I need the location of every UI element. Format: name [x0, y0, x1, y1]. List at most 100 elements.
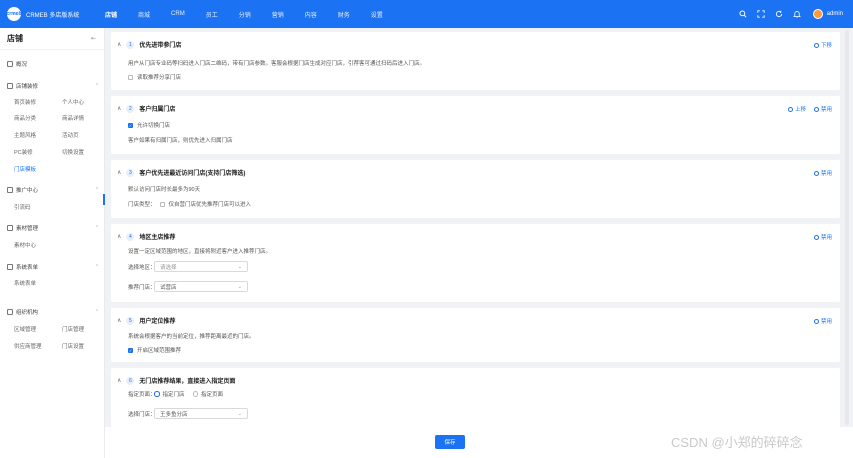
card-description: 设置一定区域范围的地区，直接将附近客户进入推荐门店。 — [128, 249, 272, 255]
topnav-mall[interactable]: 商城 — [138, 10, 150, 19]
overview-icon — [7, 61, 13, 67]
username[interactable]: admin — [827, 11, 843, 17]
sidebar-item-activity-page[interactable]: 活动页 — [62, 131, 79, 139]
sidebar-title: 店铺 — [7, 34, 23, 43]
recommend-store-select[interactable]: 试营店 ⌄ — [154, 281, 248, 292]
region-select[interactable]: 请选择 ⌄ — [154, 261, 248, 272]
card-title: 优先进带参门店 — [139, 43, 182, 49]
move-down-button[interactable]: 下移 — [813, 41, 832, 49]
card-header[interactable]: ∧ 3 客户优先进最近访问门店(支持门店筛选) — [117, 168, 245, 177]
brand-name: CRMEB 多店版系统 — [26, 12, 80, 19]
sidebar-item-home-decoration[interactable]: 首页装修 — [14, 98, 36, 106]
rule-card-4: ∧ 4 地区主店推荐 禁用 设置一定区域范围的地区，直接将附近客户进入推荐门店。… — [111, 224, 840, 302]
select-store-dropdown[interactable]: 王多鱼分店 ⌄ — [154, 408, 248, 419]
radio-specified-store[interactable]: 指定门店 — [154, 390, 185, 398]
sidebar-group-material[interactable]: 素材管理 ⌃ — [7, 224, 99, 232]
sidebar-item-traffic-code[interactable]: 引流码 — [14, 203, 31, 211]
chevron-up-icon: ⌃ — [94, 83, 99, 89]
sidebar-item-system-form[interactable]: 系统表单 — [14, 279, 36, 287]
sidebar-item-material-center[interactable]: 素材中心 — [14, 241, 36, 249]
radio-label: 指定页面 — [201, 392, 224, 398]
topnav-crm[interactable]: CRM — [171, 11, 185, 17]
sidebar-item-overview[interactable]: 概况 — [7, 60, 99, 68]
checkbox-label: 允许切换门店 — [137, 123, 171, 129]
sidebar-item-product-detail[interactable]: 商品详情 — [62, 114, 84, 122]
disable-label: 禁用 — [820, 107, 832, 113]
card-header[interactable]: ∧ 5 用户定位推荐 — [117, 316, 175, 325]
brand[interactable]: crmeb CRMEB 多店版系统 — [0, 7, 105, 21]
sidebar-item-user-center[interactable]: 个人中心 — [62, 98, 84, 106]
disable-button[interactable]: 禁用 — [813, 233, 832, 241]
share-store-checkbox[interactable]: 读取推荐分享门店 — [128, 73, 181, 81]
card-description: 用户从门店专业码等扫码进入门店二维码，带有门店参数。客服会根据门店生成对应门店，… — [128, 61, 426, 67]
topnav-settings[interactable]: 设置 — [371, 10, 383, 19]
sidebar-item-theme[interactable]: 主题风格 — [14, 131, 36, 139]
sidebar-item-product-category[interactable]: 商品分类 — [14, 114, 36, 122]
sidebar-item-label: 概况 — [16, 62, 28, 68]
rule-card-6: ∧ 6 无门店推荐结果，直接进入指定页面 指定页面： 指定门店 指定页面 选择门… — [111, 368, 840, 428]
sidebar-group-decoration[interactable]: 店铺装修 ⌃ — [7, 82, 99, 90]
sidebar-item-switch-settings[interactable]: 切换设置 — [62, 148, 84, 156]
rule-card-1: ∧ 1 优先进带参门店 下移 用户从门店专业码等扫码进入门店二维码，带有门店参数… — [111, 32, 840, 90]
radio-specified-page[interactable]: 指定页面 — [192, 390, 224, 398]
store-type-row: 门店类型： 仅自营门店优先推荐门店可以进入 — [128, 200, 251, 208]
disable-button[interactable]: 禁用 — [813, 105, 832, 113]
card-header[interactable]: ∧ 4 地区主店推荐 — [117, 232, 175, 241]
sidebar-item-store-manage[interactable]: 门店管理 — [62, 325, 84, 333]
topnav-staff[interactable]: 员工 — [206, 10, 218, 19]
form-label: 推荐门店： — [128, 284, 156, 291]
save-button[interactable]: 保存 — [435, 435, 465, 449]
clock-icon — [813, 106, 819, 112]
step-number: 3 — [126, 168, 135, 177]
bell-icon[interactable] — [793, 10, 802, 19]
card-header[interactable]: ∧ 1 优先进带参门店 — [117, 40, 181, 49]
sidebar: 店铺 ⇤ 概况 店铺装修 ⌃ 首页装修 个人中心 商品分类 商品详情 主题风格 … — [0, 28, 105, 458]
topnav-content[interactable]: 内容 — [305, 10, 317, 19]
topnav-distribution[interactable]: 分销 — [239, 10, 251, 19]
checkbox-label: 开启区域范围推荐 — [137, 348, 182, 354]
topnav-finance[interactable]: 财务 — [338, 10, 350, 19]
radio-dot-selected — [154, 391, 160, 397]
card-description: 默认访问门店时长最多为90天 — [128, 187, 201, 193]
fullscreen-icon[interactable] — [757, 10, 766, 19]
sidebar-group-organization[interactable]: 组织机构 ⌃ — [7, 308, 99, 316]
sidebar-group-system-form[interactable]: 系统表单 ⌃ — [7, 263, 99, 271]
sidebar-item-pc-decoration[interactable]: PC装修 — [14, 148, 33, 156]
select-value: 王多鱼分店 — [160, 411, 188, 418]
step-number: 4 — [126, 232, 135, 241]
rule-card-3: ∧ 3 客户优先进最近访问门店(支持门店筛选) 禁用 默认访问门店时长最多为90… — [111, 160, 840, 218]
search-icon[interactable] — [739, 10, 748, 19]
disable-button[interactable]: 禁用 — [813, 317, 832, 325]
form-label: 指定页面： — [128, 392, 156, 398]
self-store-checkbox[interactable] — [159, 201, 165, 207]
refresh-icon[interactable] — [775, 10, 784, 19]
avatar[interactable] — [812, 9, 823, 19]
sidebar-item-supplier-manage[interactable]: 供应商管理 — [14, 342, 42, 350]
disable-label: 禁用 — [820, 171, 832, 177]
chevron-up-icon: ∧ — [117, 234, 122, 240]
allow-switch-store-checkbox[interactable]: ✓ 允许切换门店 — [128, 121, 170, 129]
sidebar-item-store-settings[interactable]: 门店设置 — [62, 342, 84, 350]
sidebar-item-store-template[interactable]: 门店模板 — [14, 165, 36, 173]
form-label: 选择门店： — [128, 411, 156, 418]
chevron-up-icon: ∧ — [117, 42, 122, 48]
chevron-down-icon: ⌄ — [237, 263, 242, 270]
chevron-up-icon: ⌃ — [94, 309, 99, 315]
move-up-button[interactable]: 上移 — [787, 105, 806, 113]
topnav-shop[interactable]: 店铺 — [105, 10, 117, 19]
card-header[interactable]: ∧ 6 无门店推荐结果，直接进入指定页面 — [117, 376, 235, 385]
sidebar-group-promotion[interactable]: 推广中心 ⌃ — [7, 186, 99, 194]
region-range-checkbox[interactable]: ✓ 开启区域范围推荐 — [128, 346, 181, 354]
collapse-icon[interactable]: ⇤ — [91, 35, 96, 42]
disable-button[interactable]: 禁用 — [813, 169, 832, 177]
top-right-tools: admin — [730, 0, 843, 28]
checkbox-box — [128, 74, 133, 80]
scrollbar[interactable] — [845, 30, 849, 425]
topnav-marketing[interactable]: 营销 — [272, 10, 284, 19]
card-header[interactable]: ∧ 2 客户归属门店 — [117, 104, 175, 113]
chevron-up-icon: ⌃ — [94, 264, 99, 270]
sidebar-item-region-manage[interactable]: 区域管理 — [14, 325, 36, 333]
region-field-row: 选择地区： 请选择 ⌄ — [128, 261, 248, 272]
sidebar-group-label: 店铺装修 — [16, 84, 39, 90]
disable-label: 禁用 — [820, 319, 832, 325]
